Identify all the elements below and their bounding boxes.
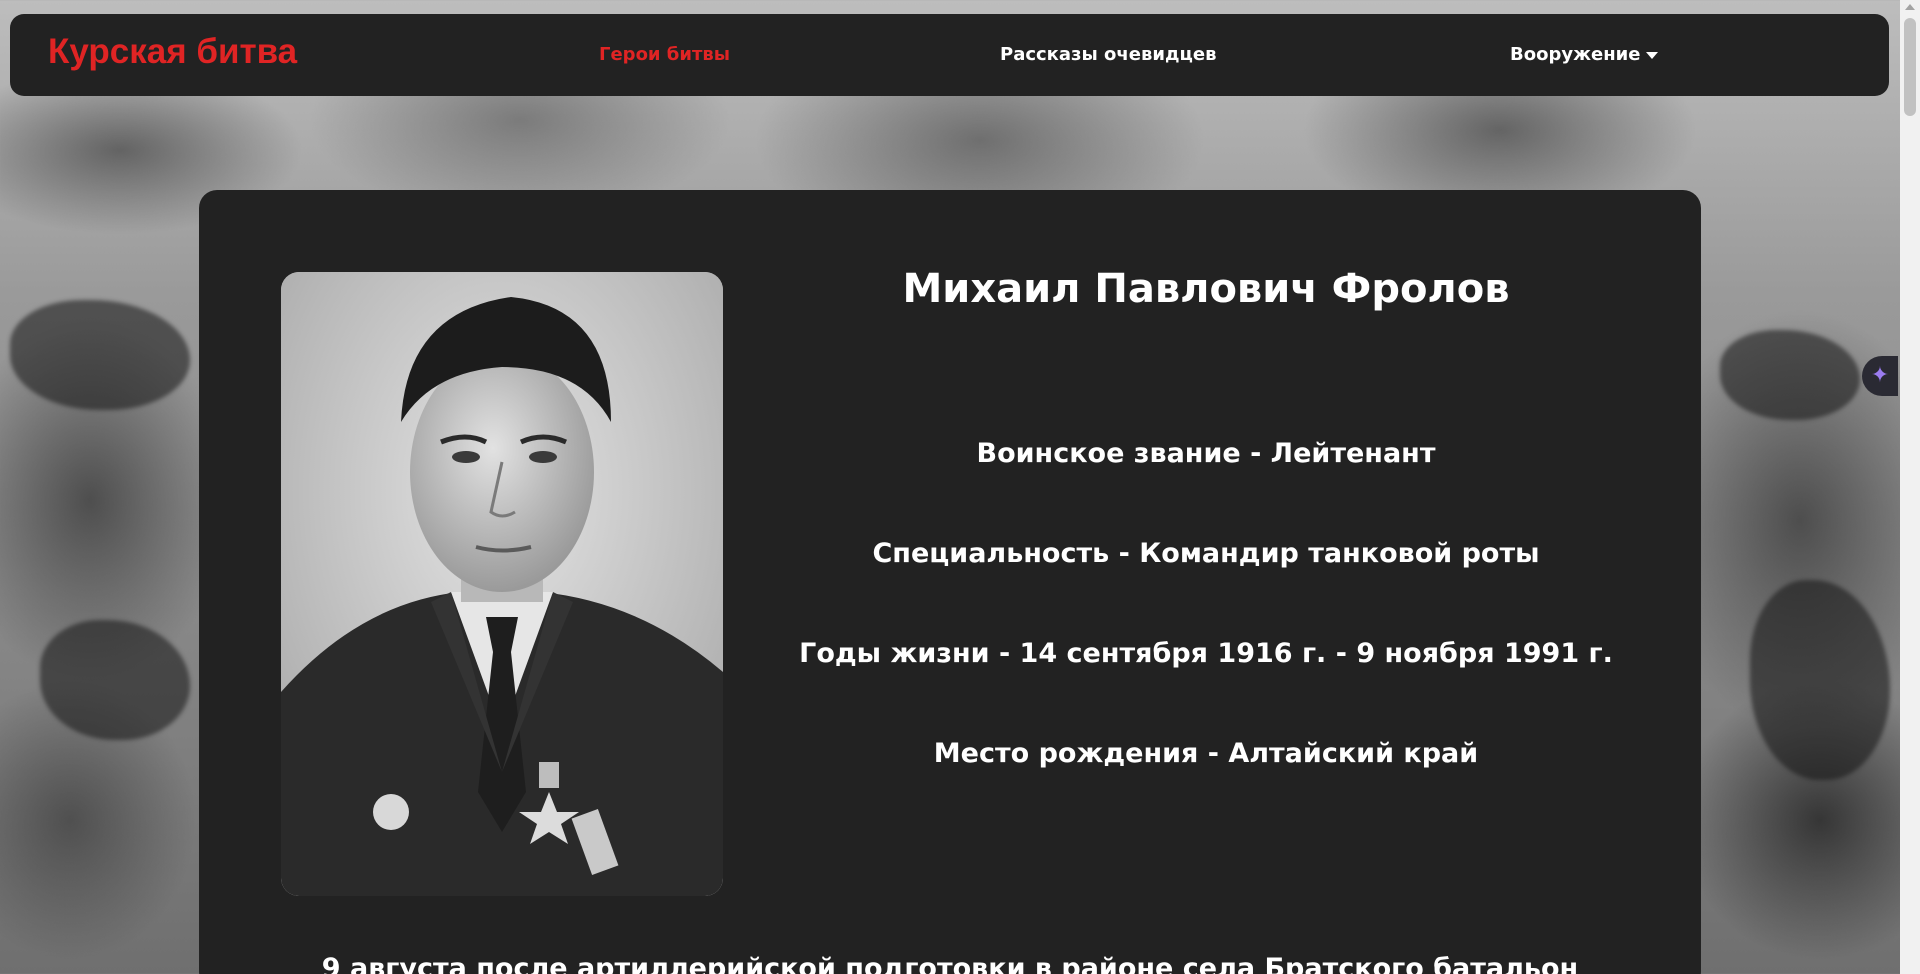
tank-silhouette-right <box>1720 330 1860 420</box>
navbar: Курская битва Герои битвы Рассказы очеви… <box>10 14 1889 96</box>
tank-silhouette <box>10 300 190 410</box>
page-scrollbar[interactable] <box>1900 0 1920 974</box>
hero-card: Михаил Павлович Фролов Воинское звание -… <box>199 190 1701 974</box>
hero-specialty: Специальность - Командир танковой роты <box>872 538 1540 569</box>
hero-story-text: 9 августа после артиллерийской подготовк… <box>321 953 1579 974</box>
hero-name: Михаил Павлович Фролов <box>902 266 1510 312</box>
sparkle-icon[interactable]: ✦ <box>1862 356 1898 396</box>
brand-logo[interactable]: Курская битва <box>48 32 297 72</box>
scrollbar-thumb[interactable] <box>1904 18 1916 116</box>
nav-link-weapons-label: Вооружение <box>1510 44 1641 65</box>
nav-link-heroes[interactable]: Герои битвы <box>599 44 730 65</box>
portrait-illustration <box>281 272 723 896</box>
portrait-photo <box>281 272 723 896</box>
scroll-up-arrow-icon[interactable] <box>1905 4 1915 10</box>
cannon-silhouette <box>1750 580 1890 780</box>
hero-rank: Воинское звание - Лейтенант <box>976 438 1436 469</box>
hero-birthplace: Место рождения - Алтайский край <box>933 738 1479 769</box>
nav-dropdown-weapons[interactable]: Вооружение <box>1510 44 1659 65</box>
hero-life-years: Годы жизни - 14 сентября 1916 г. - 9 ноя… <box>799 638 1613 669</box>
nav-link-eyewitness[interactable]: Рассказы очевидцев <box>1000 44 1216 65</box>
debris-silhouette <box>40 620 190 740</box>
chevron-down-icon <box>1646 51 1659 59</box>
